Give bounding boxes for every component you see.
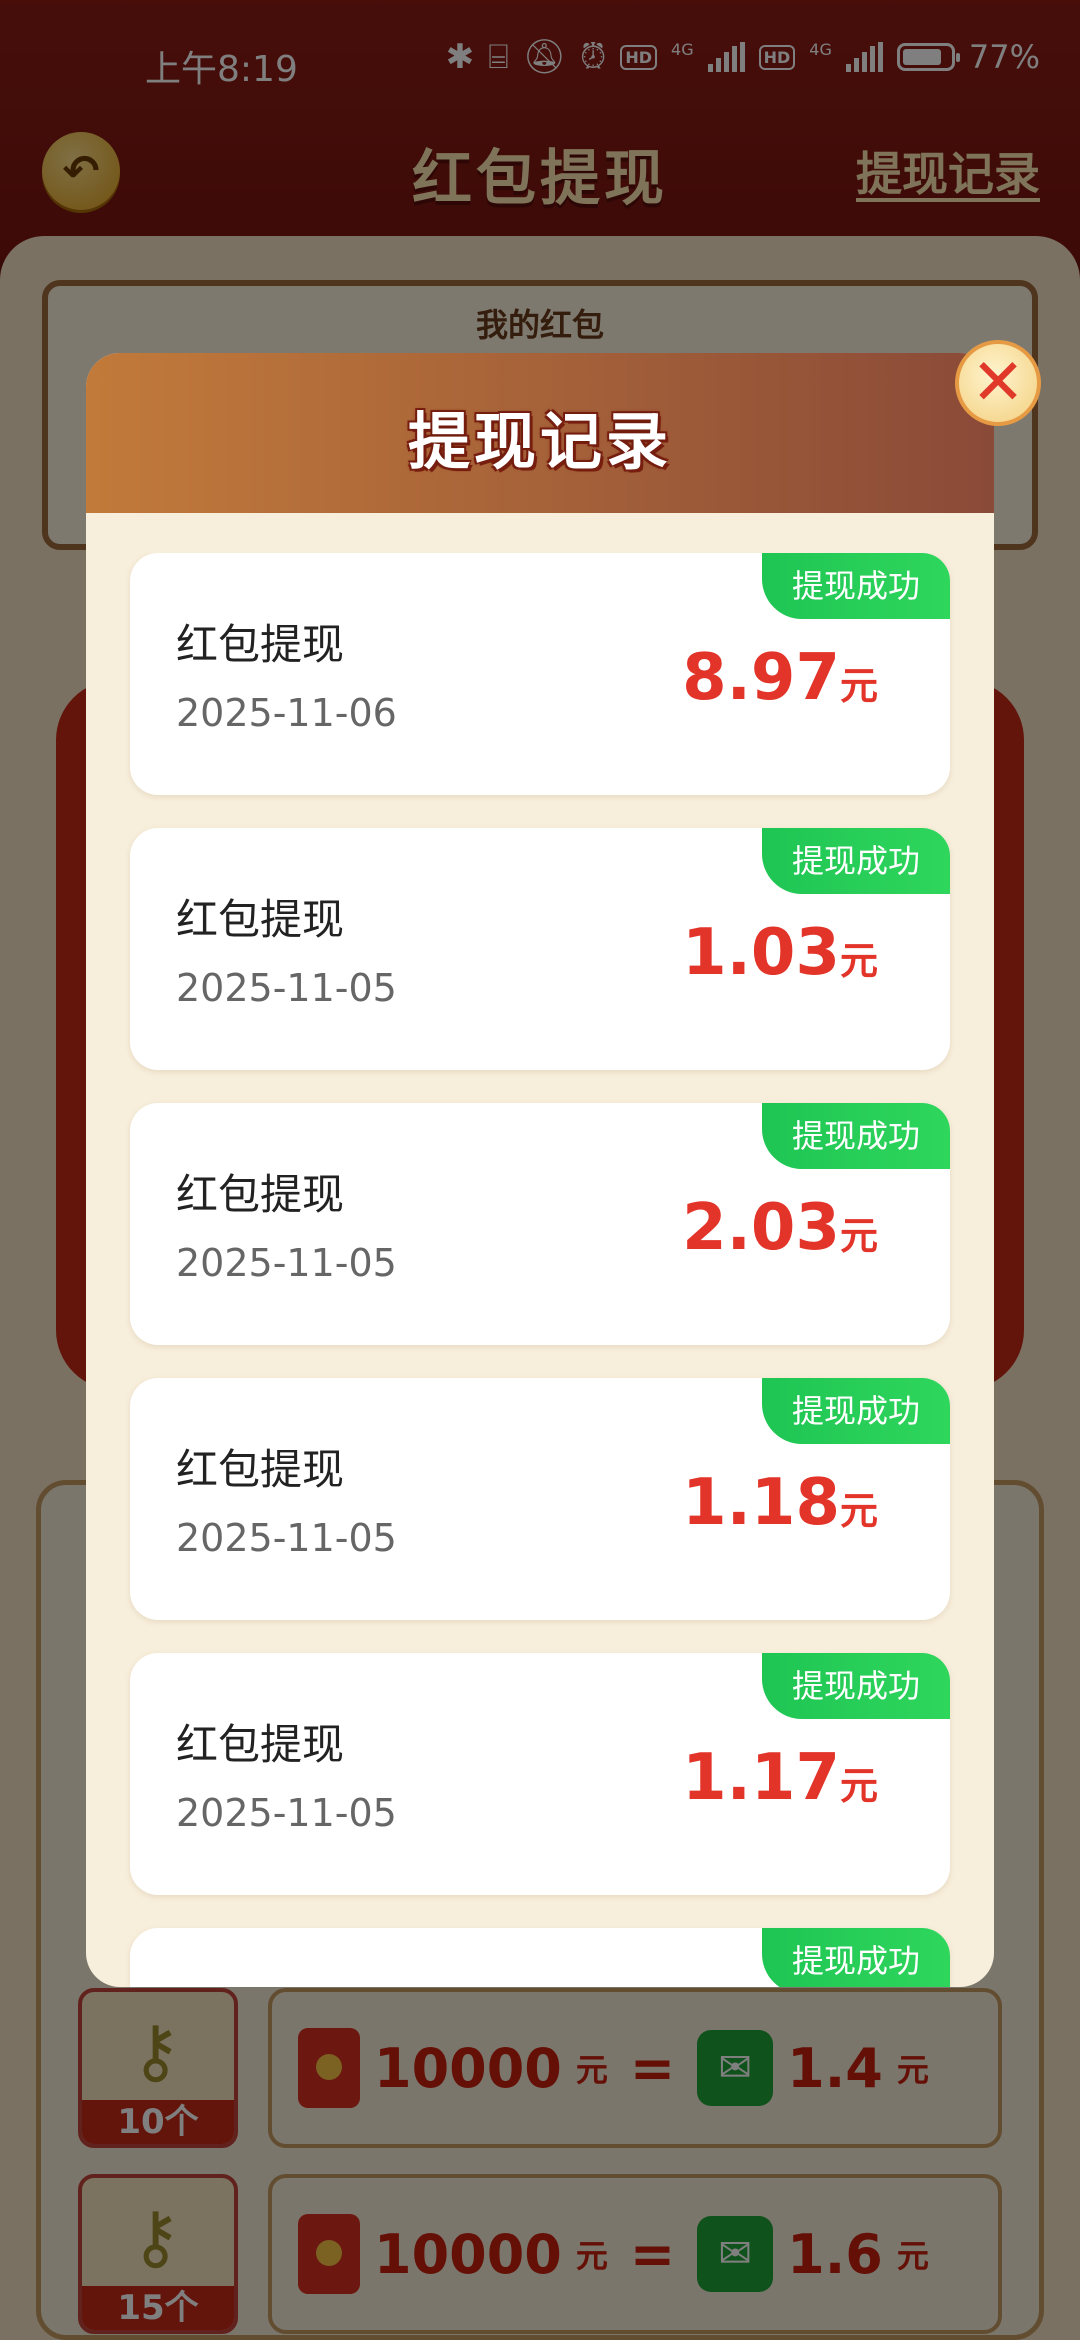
record-item: 提现成功 红包提现 2025-11-05 1.17元 (130, 1653, 950, 1895)
record-list[interactable]: 提现成功 红包提现 2025-11-06 8.97元 提现成功 红包提现 202… (86, 553, 994, 1987)
status-badge: 提现成功 (762, 553, 950, 619)
record-item: 提现成功 红包提现 2025-11-05 1.03元 (130, 828, 950, 1070)
record-title: 红包提现 (176, 620, 345, 669)
status-badge: 提现成功 (762, 1378, 950, 1444)
record-item: 提现成功 红包提现 2025-11-06 8.97元 (130, 553, 950, 795)
record-title: 红包提现 (176, 1170, 345, 1219)
record-title: 红包提现 (176, 895, 345, 944)
record-date: 2025-11-06 (176, 691, 397, 735)
withdraw-record-modal: 提现记录 提现成功 红包提现 2025-11-06 8.97元 提现成功 红包提… (86, 353, 994, 1987)
amount-value: 1.17 (682, 1741, 840, 1815)
record-amount: 8.97元 (682, 641, 878, 715)
record-date: 2025-11-05 (176, 1791, 397, 1835)
amount-value: 1.18 (682, 1466, 840, 1540)
status-badge: 提现成功 (762, 828, 950, 894)
record-item: 提现成功 红包提现 2025-11-05 2.03元 (130, 1103, 950, 1345)
amount-value: 1.03 (682, 916, 840, 990)
close-icon: ✕ (971, 346, 1025, 420)
status-badge: 提现成功 (762, 1928, 950, 1987)
amount-unit: 元 (839, 939, 878, 983)
amount-value: 8.97 (682, 641, 840, 715)
record-title: 红包提现 (176, 1720, 345, 1769)
modal-title: 提现记录 (407, 405, 672, 478)
record-amount: 1.18元 (682, 1466, 878, 1540)
record-amount: 1.17元 (682, 1741, 878, 1815)
status-badge: 提现成功 (762, 1653, 950, 1719)
record-item: 提现成功 (130, 1928, 950, 1987)
status-badge: 提现成功 (762, 1103, 950, 1169)
amount-unit: 元 (839, 1764, 878, 1808)
record-date: 2025-11-05 (176, 1241, 397, 1285)
record-item: 提现成功 红包提现 2025-11-05 1.18元 (130, 1378, 950, 1620)
amount-unit: 元 (839, 1489, 878, 1533)
record-title: 红包提现 (176, 1445, 345, 1494)
record-amount: 2.03元 (682, 1191, 878, 1265)
close-button[interactable]: ✕ (955, 340, 1041, 426)
amount-unit: 元 (839, 664, 878, 708)
amount-value: 2.03 (682, 1191, 840, 1265)
modal-header: 提现记录 (86, 353, 994, 513)
record-amount: 1.03元 (682, 916, 878, 990)
amount-unit: 元 (839, 1214, 878, 1258)
record-date: 2025-11-05 (176, 966, 397, 1010)
record-date: 2025-11-05 (176, 1516, 397, 1560)
